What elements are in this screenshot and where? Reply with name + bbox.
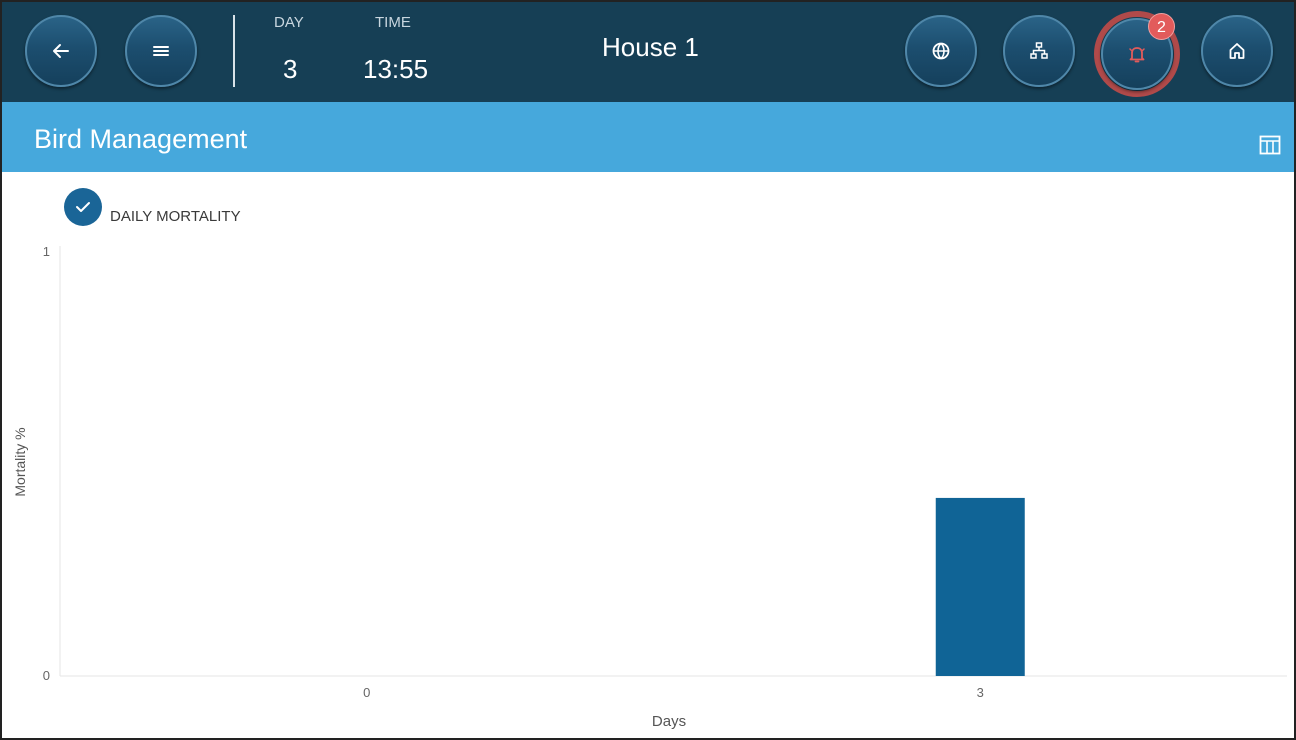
menu-button[interactable] [125, 15, 197, 87]
x-tick-label: 0 [363, 685, 370, 700]
alarm-count-badge: 2 [1148, 13, 1175, 40]
house-name: House 1 [602, 32, 699, 62]
time-label: TIME [375, 14, 411, 31]
home-button[interactable] [1201, 15, 1273, 87]
page-title-bar: Bird Management [2, 102, 1294, 172]
legend-checkbox[interactable] [64, 188, 102, 226]
day-value: 3 [283, 54, 298, 84]
time-value: 13:55 [363, 54, 429, 84]
network-button[interactable] [1003, 15, 1075, 87]
day-label: DAY [274, 14, 304, 31]
y-tick-label: 1 [43, 244, 50, 259]
globe-button[interactable] [905, 15, 977, 87]
y-tick-label: 0 [43, 668, 50, 683]
header-divider [233, 15, 235, 87]
legend-label: DAILY MORTALITY [110, 208, 241, 225]
y-axis-label: Mortality % [12, 427, 28, 496]
page-title: Bird Management [34, 124, 248, 154]
mortality-chart: 0 3 0 1 Days Mortality % [12, 244, 1287, 730]
table-icon[interactable] [1259, 135, 1281, 155]
x-tick-label: 3 [977, 685, 984, 700]
chart-bar-day-3 [935, 497, 1025, 676]
hamburger-icon [153, 46, 169, 56]
arrow-left-icon [53, 44, 69, 58]
network-icon [1030, 42, 1048, 59]
globe-icon [932, 42, 950, 60]
x-axis-label: Days [652, 713, 686, 730]
back-button[interactable] [25, 15, 97, 87]
top-navigation-bar: DAY 3 TIME 13:55 House 1 2 [2, 2, 1294, 102]
bell-icon [1129, 47, 1145, 63]
home-icon [1229, 43, 1245, 59]
app-window: DAY 3 TIME 13:55 House 1 2 Bird Manageme… [0, 0, 1296, 740]
checkmark-icon [76, 202, 90, 212]
